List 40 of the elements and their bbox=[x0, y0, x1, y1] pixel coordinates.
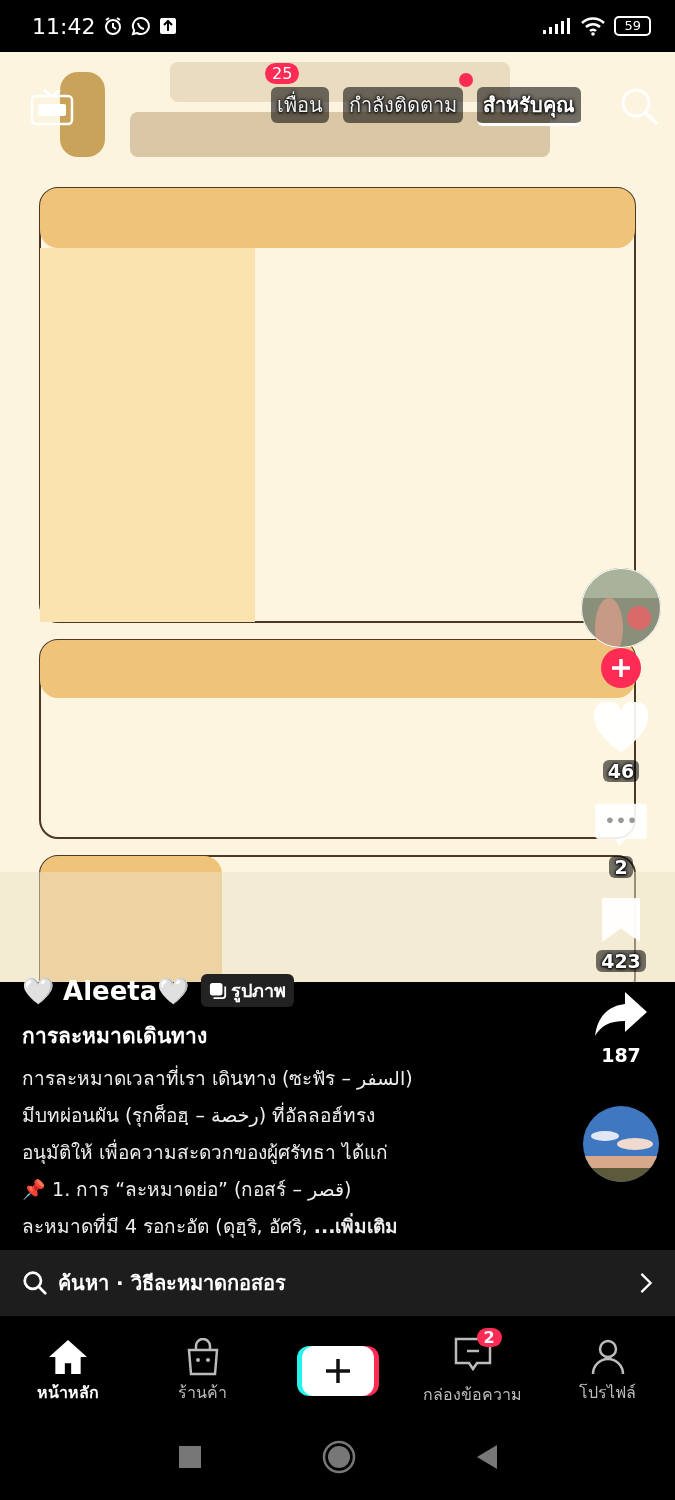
nav-tab[interactable]: โปรไฟล์ bbox=[557, 1325, 658, 1405]
feed-tab[interactable]: กำลังติดตาม bbox=[343, 86, 463, 123]
author-name[interactable]: 🤍 Aleeta🤍 bbox=[22, 975, 190, 1006]
battery-indicator: 59 bbox=[614, 16, 651, 36]
person-icon bbox=[589, 1337, 626, 1376]
save-count: 423 bbox=[596, 950, 646, 972]
nav-tab[interactable]: ร้านค้า bbox=[152, 1325, 253, 1405]
photo-stack-icon bbox=[209, 981, 228, 1000]
wifi-icon bbox=[580, 16, 607, 36]
see-more-link[interactable]: ...เพิ่มเติม bbox=[313, 1215, 399, 1237]
nav-tab[interactable]: หน้าหลัก bbox=[17, 1325, 118, 1405]
post-title: การละหมาดเดินทาง bbox=[22, 1023, 208, 1050]
feed-tab[interactable]: สำหรับคุณ bbox=[477, 86, 581, 126]
create-plus-icon bbox=[296, 1344, 379, 1398]
recent-apps-icon[interactable] bbox=[177, 1445, 202, 1469]
caption-line: ละหมาดที่มี 4 รอกะอัต (ดุฮฺริ, อัศริ, bbox=[22, 1215, 309, 1237]
like-count: 46 bbox=[602, 760, 640, 782]
search-suggestion-text: ค้นหา · วิธีละหมาดกอสอร bbox=[58, 1270, 287, 1297]
comment-count: 2 bbox=[609, 856, 633, 878]
back-icon[interactable] bbox=[475, 1444, 498, 1470]
notification-badge: 2 bbox=[476, 1327, 502, 1347]
caption-line: อนุมัติให้ เพื่อความสะดวกของผู้ศรัทธา ได้แก่ bbox=[22, 1138, 390, 1166]
caption-line: มีบทผ่อนผัน (รุกศ็อฮฺ – رخصة) ที่อัลลอฮ์ทรง bbox=[22, 1101, 377, 1129]
nav-tab[interactable]: 2 กล่องข้อความ bbox=[422, 1323, 523, 1407]
search-suggestion-bar[interactable]: ค้นหา · วิธีละหมาดกอสอร bbox=[0, 1250, 675, 1316]
chat-bubble-icon bbox=[131, 16, 152, 36]
photo-type-label: รูปภาพ bbox=[231, 979, 287, 1005]
caption-line: 📌 1. การ “ละหมาดย่อ” (กอสร์ – قصر) bbox=[22, 1177, 353, 1203]
search-icon bbox=[22, 1270, 48, 1296]
follow-plus-icon[interactable] bbox=[601, 648, 641, 688]
caption-line: การละหมาดเวลาที่เรา เดินทาง (ซะฟัร – السفر) bbox=[22, 1064, 414, 1092]
upload-icon bbox=[159, 17, 178, 35]
alarm-clock-icon bbox=[103, 16, 124, 36]
feed-tab[interactable]: เพื่อน bbox=[271, 86, 329, 123]
signal-icon bbox=[542, 17, 573, 35]
live-tv-icon[interactable] bbox=[30, 86, 74, 126]
share-arrow-icon[interactable] bbox=[593, 990, 649, 1038]
chevron-right-icon bbox=[639, 1272, 653, 1294]
status-time: 11:42 bbox=[32, 13, 96, 39]
home-circle-icon[interactable] bbox=[321, 1440, 356, 1474]
